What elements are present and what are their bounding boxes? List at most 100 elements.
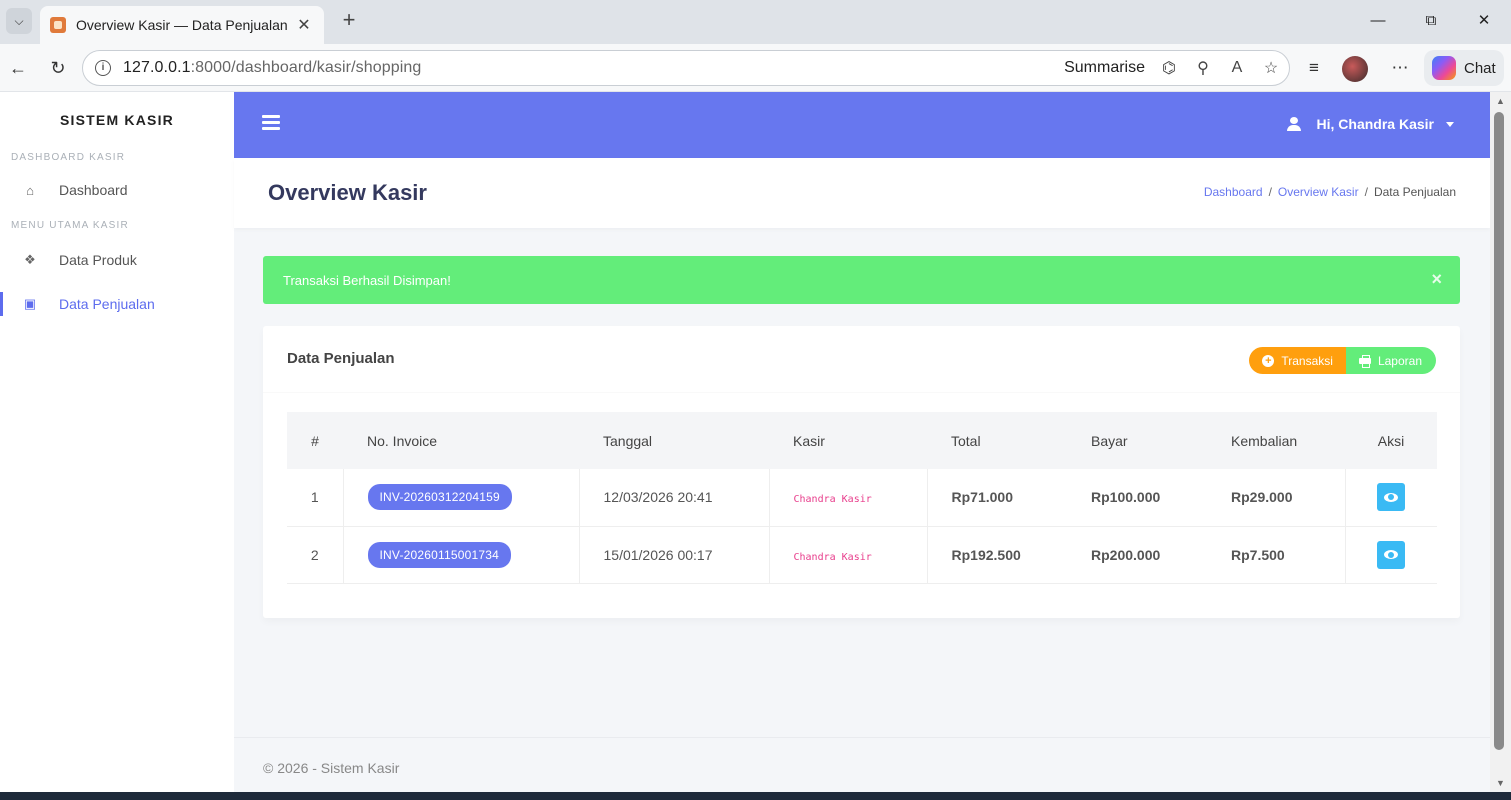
breadcrumb-dashboard[interactable]: Dashboard <box>1204 185 1263 199</box>
total-cell: Rp71.000 <box>927 469 1067 527</box>
kembalian-cell: Rp7.500 <box>1207 526 1346 584</box>
invoice-cell: INV-20260115001734 <box>343 526 580 584</box>
url-text: 127.0.0.1:8000/dashboard/kasir/shopping <box>123 59 422 76</box>
home-icon: ⌂ <box>26 182 34 198</box>
col-total: Total <box>951 432 981 449</box>
profile-avatar[interactable] <box>1342 56 1368 82</box>
col-tanggal: Tanggal <box>603 432 653 449</box>
browser-tab-active[interactable]: Overview Kasir — Data Penjualan ✕ <box>40 6 324 44</box>
total-cell: Rp192.500 <box>927 526 1067 584</box>
col-number: # <box>311 432 319 449</box>
bayar-cell: Rp200.000 <box>1067 526 1207 584</box>
sidebar: SISTEM KASIR DASHBOARD KASIR ⌂ Dashboard… <box>0 92 234 800</box>
view-detail-button[interactable] <box>1377 483 1406 512</box>
breadcrumb-separator: / <box>1364 185 1368 199</box>
sidebar-item-label: Data Penjualan <box>59 296 155 312</box>
eye-icon <box>1384 492 1399 502</box>
invoice-cell: INV-20260312204159 <box>343 469 580 527</box>
scroll-thumb[interactable] <box>1494 112 1504 750</box>
tab-list-button[interactable]: ⌵ <box>6 8 32 34</box>
breadcrumb-current: Data Penjualan <box>1373 185 1456 199</box>
hamburger-menu-icon[interactable] <box>262 115 280 133</box>
table-row: 2 INV-20260115001734 15/01/2026 00:17 Ch… <box>287 526 1437 584</box>
table-row: 1 INV-20260312204159 12/03/2026 20:41 Ch… <box>287 469 1437 527</box>
alert-close-icon[interactable]: × <box>1431 269 1442 290</box>
page-title: Overview Kasir <box>268 180 427 205</box>
kasir-cell: Chandra Kasir <box>769 526 928 584</box>
page-footer: © 2026 - Sistem Kasir <box>234 737 1490 800</box>
plus-circle-icon: + <box>1262 354 1275 367</box>
new-tab-button[interactable]: + <box>336 8 362 34</box>
zoom-icon[interactable]: ⚲ <box>1193 58 1213 78</box>
url-input[interactable]: i 127.0.0.1:8000/dashboard/kasir/shoppin… <box>82 50 1290 86</box>
card-actions: + Transaksi Laporan <box>1249 347 1436 374</box>
invoice-badge: INV-20260115001734 <box>367 541 511 568</box>
col-kasir: Kasir <box>793 432 825 449</box>
restore-button[interactable]: ⧉ <box>1411 8 1451 34</box>
sidebar-item-data-produk[interactable]: ❖ Data Produk <box>0 238 234 282</box>
laporan-button[interactable]: Laporan <box>1345 347 1436 374</box>
scroll-up-icon[interactable]: ▲ <box>1496 96 1505 106</box>
card-header: Data Penjualan + Transaksi Laporan <box>263 326 1460 393</box>
aksi-cell <box>1345 469 1437 527</box>
page-scrollbar[interactable]: ▲ ▼ <box>1490 92 1511 792</box>
transaksi-button[interactable]: + Transaksi <box>1249 347 1346 374</box>
sidebar-item-dashboard[interactable]: ⌂ Dashboard <box>0 168 234 212</box>
kembalian-cell: Rp29.000 <box>1207 469 1346 527</box>
breadcrumb: Dashboard / Overview Kasir / Data Penjua… <box>1204 185 1456 199</box>
copilot-icon <box>1432 56 1456 80</box>
aksi-cell <box>1345 526 1437 584</box>
scroll-down-icon[interactable]: ▼ <box>1496 778 1505 788</box>
top-navbar: Hi, Chandra Kasir <box>234 92 1490 158</box>
section-header: Overview Kasir Dashboard / Overview Kasi… <box>234 158 1490 228</box>
summarise-icon: ⌬ <box>1162 60 1176 77</box>
more-options-icon[interactable]: ⋯ <box>1388 56 1412 80</box>
tanggal-cell: 12/03/2026 20:41 <box>579 469 770 527</box>
user-dropdown[interactable]: Hi, Chandra Kasir <box>1286 116 1454 132</box>
favicon-icon <box>50 17 66 33</box>
chat-label: Chat <box>1464 59 1496 77</box>
tab-close-icon[interactable]: ✕ <box>294 15 314 35</box>
site-info-icon[interactable]: i <box>95 60 111 76</box>
os-taskbar <box>0 792 1511 800</box>
back-arrow-icon[interactable]: ← <box>6 56 30 80</box>
cashier-name: Chandra Kasir <box>793 551 872 563</box>
success-alert: Transaksi Berhasil Disimpan! × <box>263 256 1460 304</box>
summarise-button[interactable]: Summarise <box>1064 59 1145 77</box>
view-detail-button[interactable] <box>1377 540 1406 569</box>
col-invoice: No. Invoice <box>367 432 438 449</box>
sales-card: Data Penjualan + Transaksi Laporan # No.… <box>263 326 1460 618</box>
card-title: Data Penjualan <box>287 350 395 367</box>
cubes-icon: ❖ <box>24 252 36 267</box>
caret-down-icon <box>1446 121 1454 127</box>
row-number: 2 <box>287 526 344 584</box>
minimize-button[interactable]: — <box>1358 8 1398 34</box>
sidebar-item-label: Data Produk <box>59 252 137 268</box>
tab-title: Overview Kasir — Data Penjualan <box>76 17 288 33</box>
favorites-list-icon[interactable]: ≡ <box>1302 56 1326 80</box>
footer-text: © 2026 - Sistem Kasir <box>263 760 400 776</box>
breadcrumb-overview[interactable]: Overview Kasir <box>1278 185 1359 199</box>
favorite-star-icon[interactable]: ☆ <box>1261 58 1281 78</box>
invoice-badge: INV-20260312204159 <box>367 484 512 511</box>
user-greeting: Hi, Chandra Kasir <box>1316 116 1434 132</box>
read-aloud-icon[interactable]: A <box>1227 59 1247 77</box>
menu-heading-dashboard: DASHBOARD KASIR <box>11 152 126 163</box>
row-number: 1 <box>287 469 344 527</box>
tanggal-cell: 15/01/2026 00:17 <box>579 526 770 584</box>
user-icon <box>1286 117 1301 131</box>
sidebar-item-data-penjualan[interactable]: ▣ Data Penjualan <box>0 282 234 326</box>
sidebar-item-label: Dashboard <box>59 182 128 198</box>
sidebar-brand[interactable]: SISTEM KASIR <box>0 92 234 148</box>
copilot-chat-button[interactable]: Chat <box>1424 50 1504 86</box>
alert-message: Transaksi Berhasil Disimpan! <box>283 272 451 288</box>
reload-icon[interactable]: ↻ <box>46 56 70 80</box>
kasir-cell: Chandra Kasir <box>769 469 928 527</box>
menu-heading-main: MENU UTAMA KASIR <box>11 220 129 231</box>
browser-tab-bar: ⌵ Overview Kasir — Data Penjualan ✕ + — … <box>0 0 1511 44</box>
window-close-button[interactable]: ✕ <box>1464 8 1504 34</box>
laporan-label: Laporan <box>1377 353 1422 368</box>
chevron-down-icon: ⌵ <box>14 13 24 28</box>
money-icon: ▣ <box>23 296 37 311</box>
cashier-name: Chandra Kasir <box>793 494 872 506</box>
